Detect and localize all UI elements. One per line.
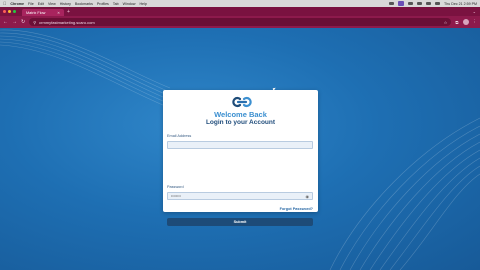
profile-avatar[interactable] (462, 19, 469, 25)
show-password-icon[interactable]: ◉ (306, 194, 310, 199)
password-field-value: •••••••• (171, 194, 181, 198)
minimize-window-icon[interactable] (8, 10, 11, 13)
menubar-app-name[interactable]: Chrome (10, 2, 24, 6)
status-icon[interactable] (389, 2, 395, 5)
tab-search-icon[interactable]: ⌄ (473, 7, 476, 16)
maximize-window-icon[interactable] (13, 10, 16, 13)
window-controls (3, 7, 16, 16)
tab-title: Matrix Flow (26, 10, 46, 15)
welcome-heading: Welcome Back (214, 110, 267, 119)
address-url: crmmyfastmarketing.scaro.com (39, 19, 95, 25)
control-center-icon[interactable] (435, 2, 441, 5)
extensions-icon[interactable]: ⧉ (455, 20, 458, 25)
login-card: Welcome Back Login to your Account Email… (163, 90, 318, 226)
search-icon[interactable] (426, 2, 432, 5)
email-field[interactable] (167, 141, 313, 149)
submit-button[interactable]: Submit (167, 218, 313, 226)
menubar-item-profiles[interactable]: Profiles (97, 2, 109, 6)
reload-icon[interactable]: ↻ (21, 19, 25, 25)
menubar-item-edit[interactable]: Edit (38, 2, 44, 6)
login-page: Welcome Back Login to your Account Email… (0, 28, 480, 270)
menubar-item-tab[interactable]: Tab (113, 2, 119, 6)
address-bar[interactable]: ⚲ crmmyfastmarketing.scaro.com ☆ (29, 18, 452, 26)
browser-toolbar: ← → ↻ ⚲ crmmyfastmarketing.scaro.com ☆ ⧉… (0, 16, 480, 28)
menubar-item-window[interactable]: Window (123, 2, 136, 6)
menubar-status-area: Thu Dec 21 2:59 PM (389, 1, 477, 6)
toolbar-actions: ⧉ ⋮ (455, 19, 477, 25)
browser-menu-icon[interactable]: ⋮ (473, 19, 478, 25)
menubar-clock[interactable]: Thu Dec 21 2:59 PM (444, 2, 477, 6)
wifi-icon[interactable] (417, 2, 423, 5)
macos-menubar:  Chrome File Edit View History Bookmark… (0, 0, 480, 7)
apple-icon[interactable]:  (3, 1, 6, 6)
battery-icon[interactable] (408, 2, 414, 5)
forgot-password-link[interactable]: Forgot Password? (280, 207, 313, 211)
brand-logo-icon (232, 96, 252, 108)
browser-tabbar: Matrix Flow ✕ + ⌄ (0, 7, 480, 16)
menubar-item-view[interactable]: View (48, 2, 56, 6)
close-tab-icon[interactable]: ✕ (57, 11, 60, 15)
email-label: Email Address (167, 134, 192, 138)
login-subtitle: Login to your Account (205, 119, 276, 126)
new-tab-button[interactable]: + (67, 9, 70, 16)
forward-icon[interactable]: → (12, 19, 17, 25)
screen-recording-icon[interactable] (398, 1, 405, 6)
password-field[interactable]: •••••••• ◉ (167, 192, 313, 200)
back-icon[interactable]: ← (3, 19, 8, 25)
password-label: Password (167, 185, 184, 189)
bookmark-star-icon[interactable]: ☆ (444, 20, 448, 25)
site-info-icon[interactable]: ⚲ (33, 20, 36, 25)
menubar-item-history[interactable]: History (60, 2, 71, 6)
browser-tab-active[interactable]: Matrix Flow ✕ (22, 9, 64, 16)
close-window-icon[interactable] (3, 10, 6, 13)
menubar-item-help[interactable]: Help (139, 2, 146, 6)
menubar-item-bookmarks[interactable]: Bookmarks (75, 2, 93, 6)
menubar-item-file[interactable]: File (28, 2, 34, 6)
